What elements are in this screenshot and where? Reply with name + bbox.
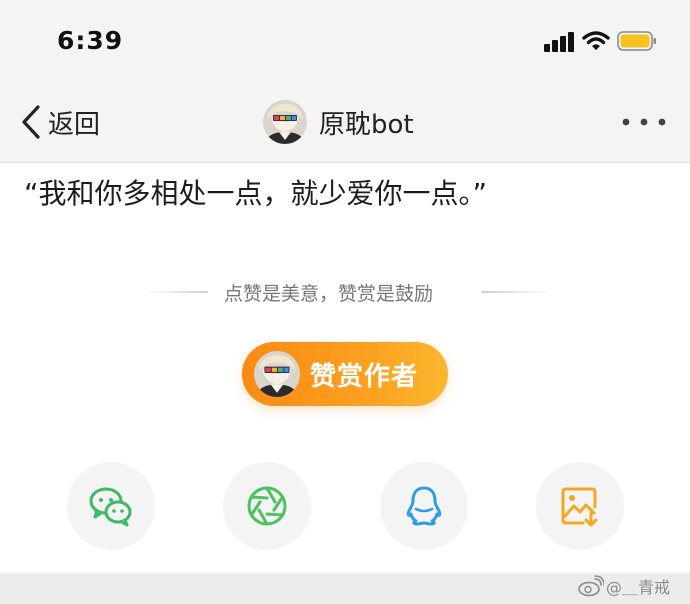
- back-label: 返回: [48, 109, 101, 140]
- watermark: @＿青戒: [578, 574, 670, 598]
- share-wechat-button[interactable]: [67, 462, 155, 550]
- divider-line-right: [482, 291, 552, 293]
- divider-line-left: [145, 291, 208, 293]
- reward-caption: 点赞是美意，赞赏是鼓励: [224, 283, 434, 305]
- reward-button-label: 赞赏作者: [310, 361, 419, 392]
- share-qq-button[interactable]: [380, 462, 468, 550]
- article-quote: “我和你多相处一点，就少爱你一点。”: [24, 177, 488, 210]
- avatar: [263, 100, 307, 144]
- moments-icon: [247, 486, 287, 526]
- watermark-text: @＿青戒: [606, 578, 671, 597]
- save-image-icon: [561, 487, 598, 527]
- wifi-icon: [582, 31, 610, 50]
- more-dots-icon[interactable]: [618, 112, 670, 132]
- cellular-signal-icon: [544, 32, 576, 52]
- qq-icon: [406, 486, 442, 526]
- author-name: 原耽bot: [319, 109, 414, 140]
- share-moments-button[interactable]: [223, 462, 311, 550]
- avatar: [254, 351, 300, 397]
- back-button[interactable]: 返回: [20, 102, 100, 142]
- weibo-icon: [578, 575, 604, 597]
- reward-divider: 点赞是美意，赞赏是鼓励: [0, 278, 690, 306]
- reward-author-button[interactable]: 赞赏作者: [242, 342, 448, 406]
- save-image-button[interactable]: [536, 462, 624, 550]
- wechat-icon: [89, 487, 132, 527]
- top-bar: 6:39 返回 原耽bot: [0, 0, 690, 163]
- battery-icon: [617, 31, 656, 51]
- status-time: 6:39: [57, 26, 124, 55]
- chevron-left-icon: [22, 105, 40, 139]
- author-header[interactable]: 原耽bot: [263, 100, 414, 144]
